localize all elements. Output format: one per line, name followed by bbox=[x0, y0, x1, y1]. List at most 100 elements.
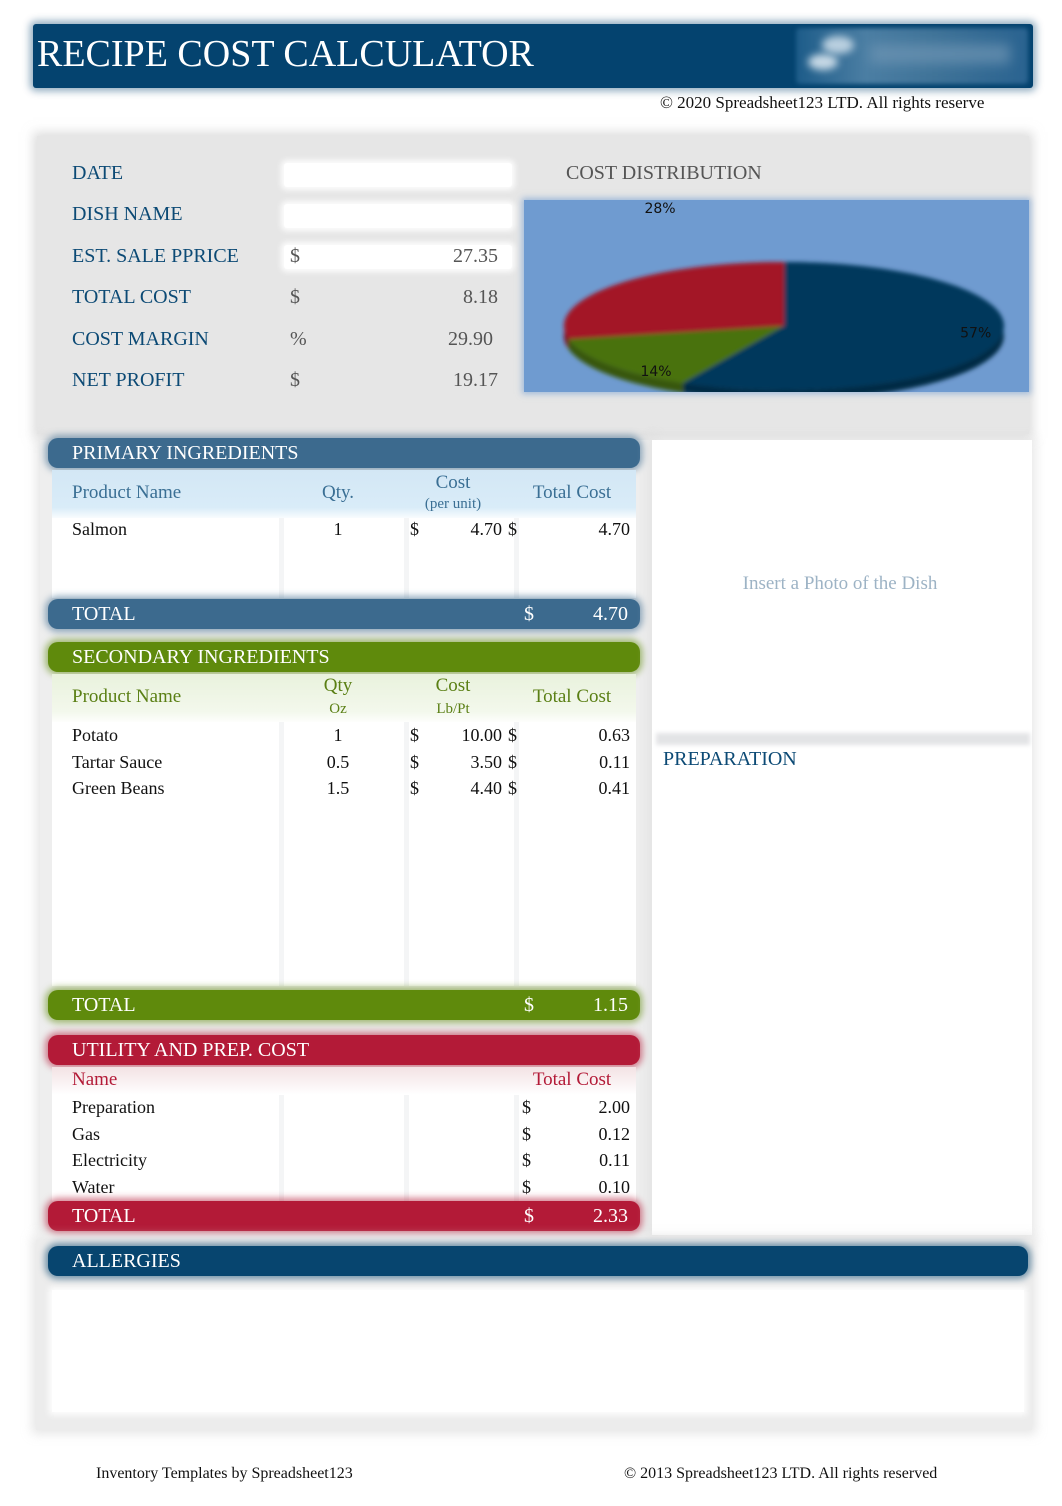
quantity-cell: 1.5 bbox=[326, 778, 350, 798]
quantity-cell: 0.5 bbox=[326, 751, 350, 772]
column-total-cost: Total Cost bbox=[532, 482, 612, 503]
est-sale-price-currency: $ bbox=[290, 245, 300, 267]
table-row[interactable]: Electricity $0.11 bbox=[52, 1148, 636, 1174]
table-row[interactable]: Potato 1 $10.00 $0.63 bbox=[52, 723, 636, 749]
column-cost: Cost bbox=[435, 675, 471, 696]
primary-ingredients-header: PRIMARY INGREDIENTS bbox=[48, 438, 640, 468]
total-currency-cell: $ bbox=[522, 1150, 531, 1170]
column-qty: Qty. bbox=[321, 482, 355, 503]
primary-ingredients-title: PRIMARY INGREDIENTS bbox=[72, 442, 299, 464]
total-cost-cell: 0.11 bbox=[599, 1150, 630, 1170]
total-cost-cell: 0.63 bbox=[598, 725, 631, 745]
allergies-notes-field[interactable] bbox=[52, 1290, 1024, 1412]
column-cost: Cost bbox=[435, 472, 471, 493]
column-name: Name bbox=[72, 1069, 118, 1090]
date-field[interactable] bbox=[284, 163, 512, 187]
unit-cost-cell: 3.50 bbox=[470, 751, 503, 772]
net-profit-currency: $ bbox=[290, 369, 300, 391]
cost-margin-label: COST MARGIN bbox=[72, 328, 209, 350]
secondary-ingredients-title: SECONDARY INGREDIENTS bbox=[72, 646, 330, 668]
column-cost-unit: (per unit) bbox=[424, 496, 482, 512]
primary-total-currency: $ bbox=[524, 603, 534, 625]
product-name-cell: Tartar Sauce bbox=[72, 751, 163, 772]
total-currency-cell: $ bbox=[508, 778, 517, 798]
est-sale-price-value[interactable]: 27.35 bbox=[358, 245, 498, 268]
total-cost-cell: 0.10 bbox=[598, 1176, 631, 1197]
column-qty: Qty bbox=[323, 675, 353, 696]
product-name-cell: Green Beans bbox=[72, 778, 165, 798]
product-name-cell: Potato bbox=[72, 725, 119, 745]
unit-cost-cell: 4.70 bbox=[470, 519, 503, 539]
cost-currency-cell: $ bbox=[410, 519, 419, 539]
table-row[interactable]: Green Beans 1.5 $4.40 $0.41 bbox=[52, 776, 636, 802]
preparation-title: PREPARATION bbox=[663, 748, 797, 770]
pie-chart-svg: 57% 14% 28% bbox=[564, 201, 1004, 392]
dish-name-label: DISH NAME bbox=[72, 203, 183, 225]
cost-currency-cell: $ bbox=[410, 725, 419, 745]
total-cost-cell: 0.12 bbox=[598, 1123, 631, 1144]
total-cost-cell: 0.41 bbox=[598, 778, 631, 798]
secondary-total-bar: TOTAL $ 1.15 bbox=[48, 990, 640, 1020]
total-cost-currency: $ bbox=[290, 286, 300, 308]
est-sale-price-label: EST. SALE PPRICE bbox=[72, 245, 239, 267]
item-name-cell: Electricity bbox=[72, 1150, 147, 1170]
total-currency-cell: $ bbox=[522, 1176, 531, 1197]
utility-total-currency: $ bbox=[524, 1205, 534, 1227]
column-product-name: Product Name bbox=[72, 482, 182, 503]
total-cost-value: 8.18 bbox=[463, 286, 498, 308]
total-currency-cell: $ bbox=[522, 1097, 531, 1117]
footer-credit: Inventory Templates by Spreadsheet123 bbox=[96, 1465, 353, 1482]
total-currency-cell: $ bbox=[508, 519, 517, 539]
utility-total-bar: TOTAL $ 2.33 bbox=[48, 1201, 640, 1231]
utility-cost-header: UTILITY AND PREP. COST bbox=[48, 1035, 640, 1065]
table-row[interactable]: Preparation $2.00 bbox=[52, 1095, 636, 1121]
cost-margin-value: 29.90 bbox=[448, 328, 493, 350]
dish-photo-hint: Insert a Photo of the Dish bbox=[742, 573, 938, 594]
table-row[interactable]: Water $0.10 bbox=[52, 1175, 636, 1201]
pie-slice-utility-and-prep-cost bbox=[564, 262, 784, 340]
item-name-cell: Water bbox=[72, 1176, 115, 1197]
utility-cost-title: UTILITY AND PREP. COST bbox=[72, 1039, 310, 1061]
utility-total-label: TOTAL bbox=[72, 1205, 136, 1227]
total-cost-label: TOTAL COST bbox=[72, 286, 191, 308]
quantity-cell: 1 bbox=[333, 725, 343, 745]
item-name-cell: Gas bbox=[72, 1123, 100, 1144]
secondary-total-currency: $ bbox=[524, 994, 534, 1016]
header-copyright: © 2020 Spreadsheet123 LTD. All rights re… bbox=[660, 93, 985, 112]
unit-cost-cell: 10.00 bbox=[461, 725, 503, 745]
allergies-header: ALLERGIES bbox=[48, 1246, 1028, 1276]
table-row[interactable]: Salmon 1 $4.70 $4.70 bbox=[52, 517, 636, 543]
pie-label-0: 57% bbox=[960, 326, 991, 342]
brand-logo-wordmark bbox=[870, 44, 1010, 64]
unit-cost-cell: 4.40 bbox=[470, 778, 503, 798]
chart-title: COST DISTRIBUTION bbox=[566, 162, 762, 184]
net-profit-value: 19.17 bbox=[453, 369, 498, 391]
allergies-title: ALLERGIES bbox=[72, 1250, 181, 1272]
column-product-name: Product Name bbox=[72, 686, 182, 707]
total-currency-cell: $ bbox=[508, 751, 517, 772]
cost-currency-cell: $ bbox=[410, 751, 419, 772]
primary-total-value: 4.70 bbox=[593, 603, 628, 625]
pie-label-1: 14% bbox=[640, 364, 671, 380]
secondary-column-header: Product Name Qty Oz Cost Lb/Pt Total Cos… bbox=[52, 674, 636, 724]
dish-name-field[interactable] bbox=[284, 204, 512, 228]
page-title: RECIPE COST CALCULATOR bbox=[37, 33, 534, 75]
total-currency-cell: $ bbox=[508, 725, 517, 745]
secondary-total-value: 1.15 bbox=[593, 994, 628, 1016]
column-cost-unit: Lb/Pt bbox=[436, 701, 470, 717]
preparation-notes-field[interactable] bbox=[660, 774, 1028, 1224]
primary-total-label: TOTAL bbox=[72, 603, 136, 625]
item-name-cell: Preparation bbox=[72, 1097, 155, 1117]
date-label: DATE bbox=[72, 162, 124, 184]
table-row[interactable]: Gas $0.12 bbox=[52, 1122, 636, 1148]
utility-total-value: 2.33 bbox=[593, 1205, 628, 1227]
cost-currency-cell: $ bbox=[410, 778, 419, 798]
column-total-cost: Total Cost bbox=[532, 686, 612, 707]
utility-column-header: Name Total Cost bbox=[52, 1067, 636, 1095]
brand-logo-mark bbox=[822, 36, 854, 54]
total-cost-cell: 4.70 bbox=[598, 519, 631, 539]
table-row[interactable]: Tartar Sauce 0.5 $3.50 $0.11 bbox=[52, 750, 636, 776]
total-currency-cell: $ bbox=[522, 1123, 531, 1144]
column-total-cost: Total Cost bbox=[532, 1069, 612, 1090]
column-qty-unit: Oz bbox=[329, 701, 347, 717]
